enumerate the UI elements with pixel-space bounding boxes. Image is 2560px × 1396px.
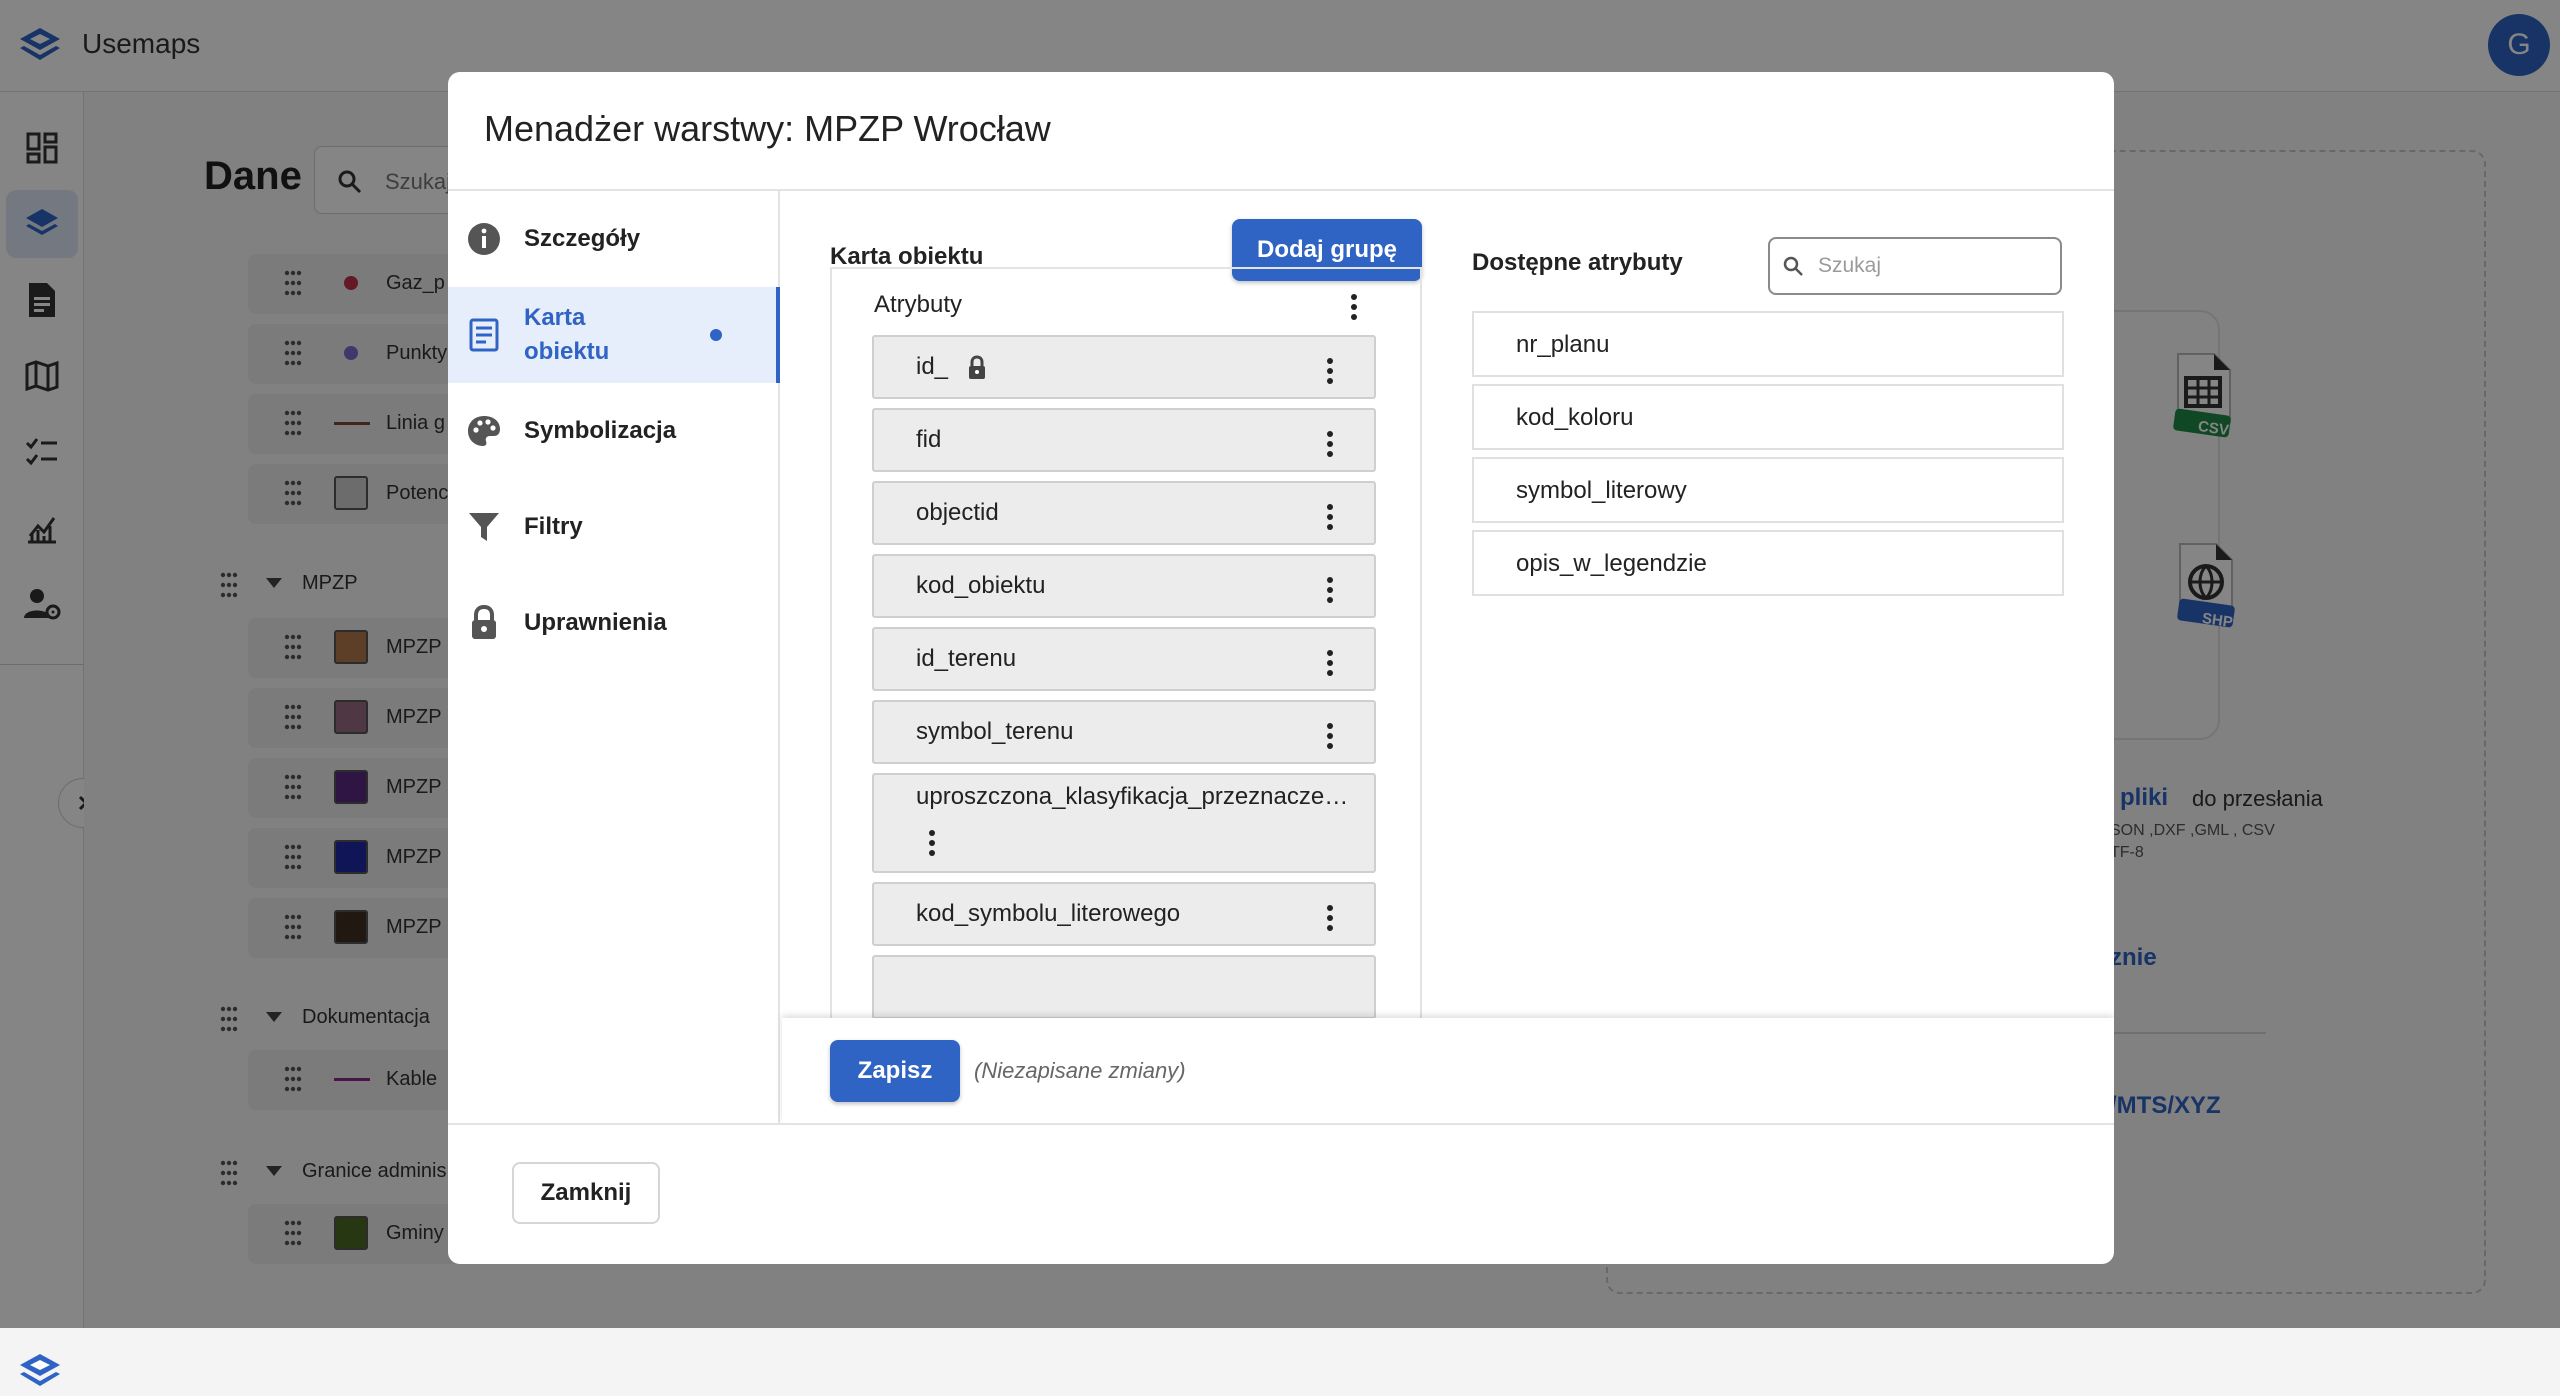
tab-uprawnienia[interactable]: Uprawnienia [448,575,780,671]
dialog-tabs: Szczegóły Karta obiektu Symbolizacja Fil… [448,191,780,1123]
save-button[interactable]: Zapisz [830,1040,960,1102]
available-attribute[interactable]: kod_koloru [1472,384,2064,450]
attribute-row[interactable]: kod_obiektu [872,554,1376,618]
available-search-input[interactable] [1816,249,2046,283]
usemaps-footer-logo-icon [16,1348,64,1396]
attribute-row[interactable]: fid [872,408,1376,472]
save-bar: Zapisz (Niezapisane zmiany) [782,1018,2114,1124]
attribute-row[interactable]: id_ [872,335,1376,399]
lock-icon [466,605,502,641]
attribute-name: id_terenu [916,645,1017,672]
attribute-row[interactable]: symbol_terenu [872,700,1376,764]
tab-karta-obiektu[interactable]: Karta obiektu [448,287,780,383]
info-icon [466,221,502,257]
tab-szczegoly[interactable]: Szczegóły [448,191,780,287]
layer-manager-dialog: Menadżer warstwy: MPZP Wrocław Szczegóły… [448,72,2114,1264]
attribute-more-icon[interactable] [1320,355,1340,387]
attribute-more-icon[interactable] [1320,647,1340,679]
dialog-footer-divider [448,1123,2114,1125]
attribute-more-icon[interactable] [1320,574,1340,606]
tab-label: Karta obiektu [524,304,610,365]
tab-filtry[interactable]: Filtry [448,479,780,575]
tab-label: Uprawnienia [524,609,667,636]
card-editor: Karta obiektu Dodaj grupę Atrybuty id_ f… [782,191,2114,1091]
available-attributes-title: Dostępne atrybuty [1472,249,1683,276]
attribute-name: fid [916,426,942,453]
group-more-icon[interactable] [1344,291,1364,323]
attribute-more-icon[interactable] [922,827,942,859]
attribute-name: objectid [916,499,999,526]
attribute-more-icon[interactable] [1320,902,1340,934]
available-attribute-name: opis_w_legendzie [1516,550,1707,577]
available-attribute[interactable]: symbol_literowy [1472,457,2064,523]
dialog-title: Menadżer warstwy: MPZP Wrocław [484,108,1051,149]
unsaved-changes-note: (Niezapisane zmiany) [974,1058,1186,1083]
attribute-row[interactable]: id_terenu [872,627,1376,691]
available-attribute-name: nr_planu [1516,331,1610,358]
attribute-name: symbol_terenu [916,718,1074,745]
attribute-name: id_ [916,353,949,380]
available-attribute[interactable]: opis_w_legendzie [1472,530,2064,596]
attribute-row[interactable]: kod_symbolu_literowego [872,882,1376,946]
search-icon [1782,255,1804,277]
unsaved-indicator-dot [710,329,722,341]
attribute-name: kod_symbolu_literowego [916,900,1181,927]
available-attribute-name: kod_koloru [1516,404,1634,431]
attribute-more-icon[interactable] [1320,720,1340,752]
tab-label: Szczegóły [524,225,641,252]
locked-icon [966,355,988,381]
tab-label: Filtry [524,513,583,540]
tab-label: Symbolizacja [524,417,677,444]
close-button[interactable]: Zamknij [512,1162,660,1224]
group-title: Atrybuty [874,291,963,318]
available-attribute[interactable]: nr_planu [1472,311,2064,377]
tab-symbolizacja[interactable]: Symbolizacja [448,383,780,479]
attribute-more-icon[interactable] [1320,501,1340,533]
available-attribute-name: symbol_literowy [1516,477,1687,504]
attribute-group-box: Atrybuty id_ fid objectid kod_obiektu id… [830,267,1422,1027]
attribute-row[interactable]: objectid [872,481,1376,545]
attribute-row[interactable]: uproszczona_klasyfikacja_przeznacze… [872,773,1376,873]
filter-icon [466,509,502,545]
attribute-more-icon[interactable] [1320,428,1340,460]
attribute-row-partial[interactable] [872,955,1376,1019]
attribute-name: kod_obiektu [916,572,1046,599]
available-search-field[interactable] [1768,237,2062,295]
palette-icon [466,413,502,449]
card-icon [466,317,502,353]
attribute-name: uproszczona_klasyfikacja_przeznacze… [916,783,1349,810]
